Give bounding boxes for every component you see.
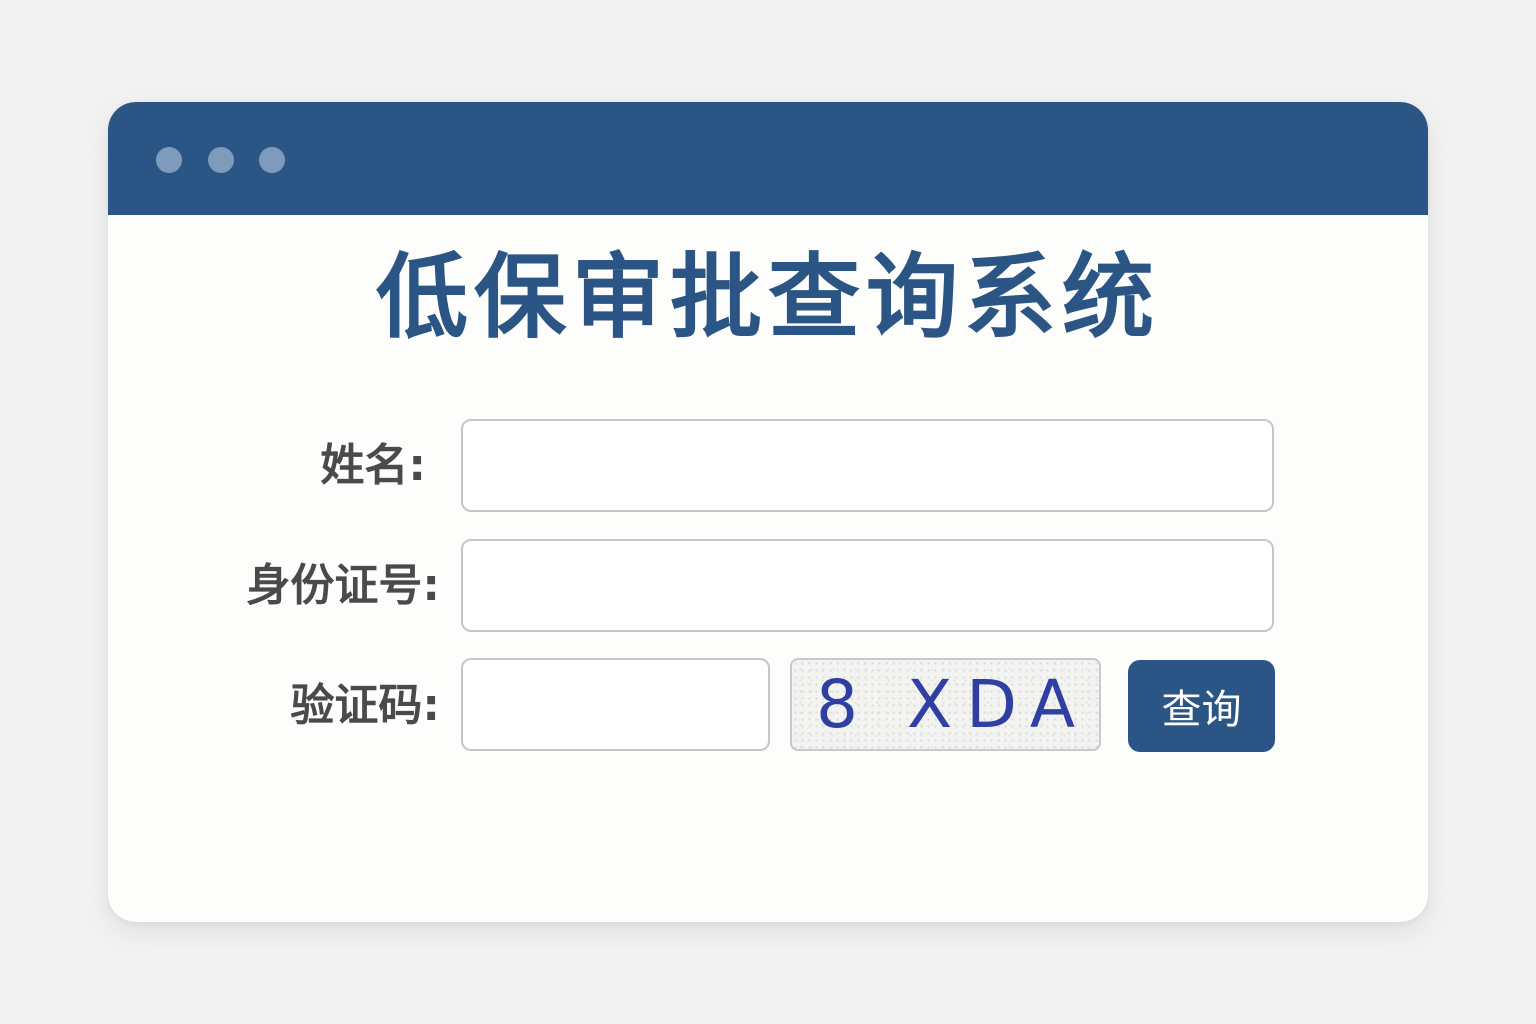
title-bar bbox=[108, 102, 1428, 215]
name-input[interactable] bbox=[461, 419, 1274, 512]
captcha-label: 验证码: bbox=[290, 680, 440, 731]
captcha-text: 8 XDA bbox=[816, 665, 1089, 743]
page-title: 低保审批查询系统 bbox=[375, 244, 1160, 351]
window-control-dot[interactable] bbox=[156, 147, 182, 173]
id-number-input[interactable] bbox=[461, 539, 1274, 632]
window-control-dot[interactable] bbox=[259, 147, 285, 173]
name-label: 姓名: bbox=[320, 440, 426, 491]
captcha-image[interactable]: 8 XDA bbox=[790, 658, 1101, 751]
captcha-input[interactable] bbox=[461, 658, 770, 751]
app-window bbox=[108, 102, 1428, 922]
query-button[interactable]: 查询 bbox=[1128, 660, 1275, 752]
id-number-label: 身份证号: bbox=[246, 560, 440, 611]
window-control-dot[interactable] bbox=[208, 147, 234, 173]
